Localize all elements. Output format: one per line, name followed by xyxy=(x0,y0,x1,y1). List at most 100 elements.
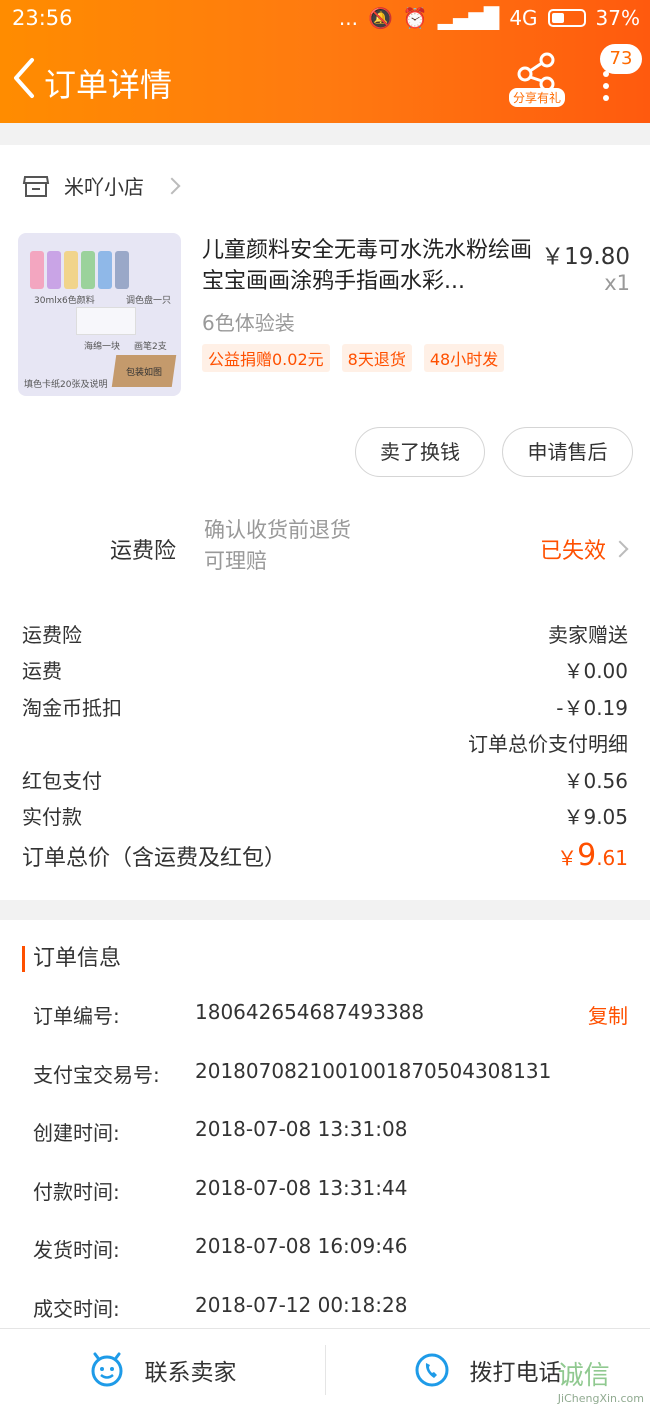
back-arrow-icon[interactable] xyxy=(10,56,40,100)
image-caption: 包装如图 xyxy=(126,368,163,378)
paint-tube xyxy=(47,251,61,289)
image-caption: 填色卡纸20张及说明 xyxy=(24,380,108,390)
info-key: 成交时间: xyxy=(33,1296,120,1321)
info-key: 付款时间: xyxy=(33,1179,120,1204)
order-info-title: 订单信息 xyxy=(22,946,121,972)
info-value: 2018-07-08 16:09:46 xyxy=(195,1234,408,1258)
store-icon xyxy=(22,175,50,197)
paint-tube xyxy=(98,251,112,289)
paint-tube xyxy=(64,251,78,289)
fee-row: 淘金币抵扣 -￥0.19 xyxy=(22,688,628,725)
info-key: 订单编号: xyxy=(33,1004,120,1028)
info-row-shipped: 发货时间: 2018-07-08 16:09:46 xyxy=(33,1234,628,1293)
network-label: 4G xyxy=(509,6,538,30)
status-bar: 23:56 ... 🔕 ⏰ ▂▄▆█ 4G 37% xyxy=(0,0,650,38)
fee-label: 运费险 xyxy=(22,622,82,647)
insurance-desc-line1: 确认收货前退货 xyxy=(204,518,351,542)
fee-row: 红包支付 ￥0.56 xyxy=(22,761,628,798)
phone-icon xyxy=(415,1353,448,1387)
product-image[interactable]: 30mlx6色颜料 调色盘一只 海绵一块 画笔2支 包装如图 填色卡纸20张及说… xyxy=(18,233,181,396)
fee-row: 运费 ￥0.00 xyxy=(22,652,628,689)
info-value: 2018-07-08 13:31:08 xyxy=(195,1117,408,1141)
info-row-order-number: 订单编号: 180642654687493388 复制 xyxy=(33,1000,628,1059)
image-caption: 画笔2支 xyxy=(134,342,167,352)
page-title: 订单详情 xyxy=(44,66,173,104)
fee-value: ￥0.56 xyxy=(563,768,628,793)
sponge-shape xyxy=(76,307,136,335)
fee-row: 实付款 ￥9.05 xyxy=(22,798,628,835)
chat-face-icon xyxy=(91,1352,122,1387)
fee-value: ￥9.05 xyxy=(563,805,628,830)
sell-button[interactable]: 卖了换钱 xyxy=(355,427,485,477)
fee-label: 实付款 xyxy=(22,805,82,830)
payment-detail-link[interactable]: 订单总价支付明细 xyxy=(22,728,628,757)
alarm-icon: ⏰ xyxy=(402,6,428,30)
info-value: 180642654687493388 xyxy=(195,1000,425,1024)
product-tags: 公益捐赠0.02元 8天退货 48小时发 xyxy=(202,344,505,372)
more-dots-indicator: ... xyxy=(338,6,358,30)
product-title[interactable]: 儿童颜料安全无毒可水洗水粉绘画宝宝画画涂鸦手指画水彩... xyxy=(202,235,532,297)
image-caption: 海绵一块 xyxy=(84,342,121,352)
info-row-created: 创建时间: 2018-07-08 13:31:08 xyxy=(33,1117,628,1176)
info-value: 2018-07-12 00:18:28 xyxy=(195,1292,408,1317)
info-key: 支付宝交易号: xyxy=(33,1062,160,1087)
product-quantity: x1 xyxy=(604,271,630,295)
order-info-list: 订单编号: 180642654687493388 复制 支付宝交易号: 2018… xyxy=(33,1000,628,1351)
order-card: 米吖小店 30mlx6色颜料 调色盘一只 海绵一块 画笔2支 包装如图 填色卡纸… xyxy=(0,145,650,900)
product-sku: 6色体验装 xyxy=(202,311,295,335)
status-time: 23:56 xyxy=(12,6,73,30)
fee-row: 运费险 卖家赠送 xyxy=(22,615,628,652)
after-sale-button[interactable]: 申请售后 xyxy=(502,427,633,477)
product-price: ￥19.80 xyxy=(541,244,630,270)
contact-seller-label: 联系卖家 xyxy=(144,1360,237,1386)
share-label: 分享有礼 xyxy=(509,88,566,107)
call-label: 拨打电话 xyxy=(469,1360,562,1386)
fee-label: 淘金币抵扣 xyxy=(22,695,122,720)
copy-button[interactable]: 复制 xyxy=(588,1000,628,1029)
info-value: 2018-07-08 13:31:44 xyxy=(195,1175,408,1200)
shop-link[interactable]: 米吖小店 xyxy=(22,171,181,200)
order-total: 订单总价（含运费及红包） ￥9.61 xyxy=(22,838,628,873)
signal-icon: ▂▄▆█ xyxy=(437,6,500,30)
battery-percent: 37% xyxy=(595,6,640,30)
message-badge: 73 xyxy=(600,44,642,74)
total-integer: 9 xyxy=(577,838,597,873)
paint-tube xyxy=(81,251,95,289)
info-row-alipay-number: 支付宝交易号: 2018070821001001870504308131 xyxy=(33,1059,628,1118)
watermark-text: 诚信 xyxy=(557,1361,610,1391)
tag-charity: 公益捐赠0.02元 xyxy=(202,344,330,372)
info-key: 发货时间: xyxy=(33,1238,120,1262)
total-currency: ￥ xyxy=(557,846,578,870)
info-value: 2018070821001001870504308131 xyxy=(195,1058,552,1083)
tag-return: 8天退货 xyxy=(341,344,412,372)
insurance-description: 确认收货前退货 可理赔 xyxy=(204,515,351,577)
fee-value: -￥0.19 xyxy=(556,695,628,720)
app-header: 23:56 ... 🔕 ⏰ ▂▄▆█ 4G 37% 订单详情 分享有礼 73 xyxy=(0,0,650,123)
total-decimal: .61 xyxy=(596,846,628,870)
chevron-right-icon xyxy=(611,540,629,558)
fee-value: ￥0.00 xyxy=(563,659,628,684)
image-caption: 30mlx6色颜料 xyxy=(34,296,95,306)
watermark-sub: JiChengXin.com xyxy=(557,1392,644,1405)
fee-value: 卖家赠送 xyxy=(548,622,628,647)
fee-summary: 运费险 卖家赠送 运费 ￥0.00 淘金币抵扣 -￥0.19 订单总价支付明细 … xyxy=(22,615,628,873)
insurance-desc-line2: 可理赔 xyxy=(204,549,267,573)
chevron-right-icon xyxy=(163,177,181,194)
battery-icon xyxy=(547,9,586,27)
insurance-status-link[interactable]: 已失效 xyxy=(540,533,629,565)
mute-icon: 🔕 xyxy=(367,6,393,30)
paint-tube xyxy=(115,251,129,289)
shop-name: 米吖小店 xyxy=(64,175,144,199)
insurance-label: 运费险 xyxy=(110,539,177,564)
share-icon xyxy=(517,52,555,92)
info-key: 创建时间: xyxy=(33,1121,120,1145)
image-caption: 调色盘一只 xyxy=(126,296,172,306)
total-value: ￥9.61 xyxy=(557,838,628,873)
fee-label: 红包支付 xyxy=(22,768,102,793)
status-icons: ... 🔕 ⏰ ▂▄▆█ 4G 37% xyxy=(339,6,640,30)
total-label: 订单总价（含运费及红包） xyxy=(22,846,287,871)
tag-shipping: 48小时发 xyxy=(423,344,505,372)
share-button[interactable]: 分享有礼 xyxy=(507,52,567,110)
contact-seller-button[interactable]: 联系卖家 xyxy=(0,1329,325,1410)
watermark: 诚信 JiChengXin.com xyxy=(558,1355,644,1405)
